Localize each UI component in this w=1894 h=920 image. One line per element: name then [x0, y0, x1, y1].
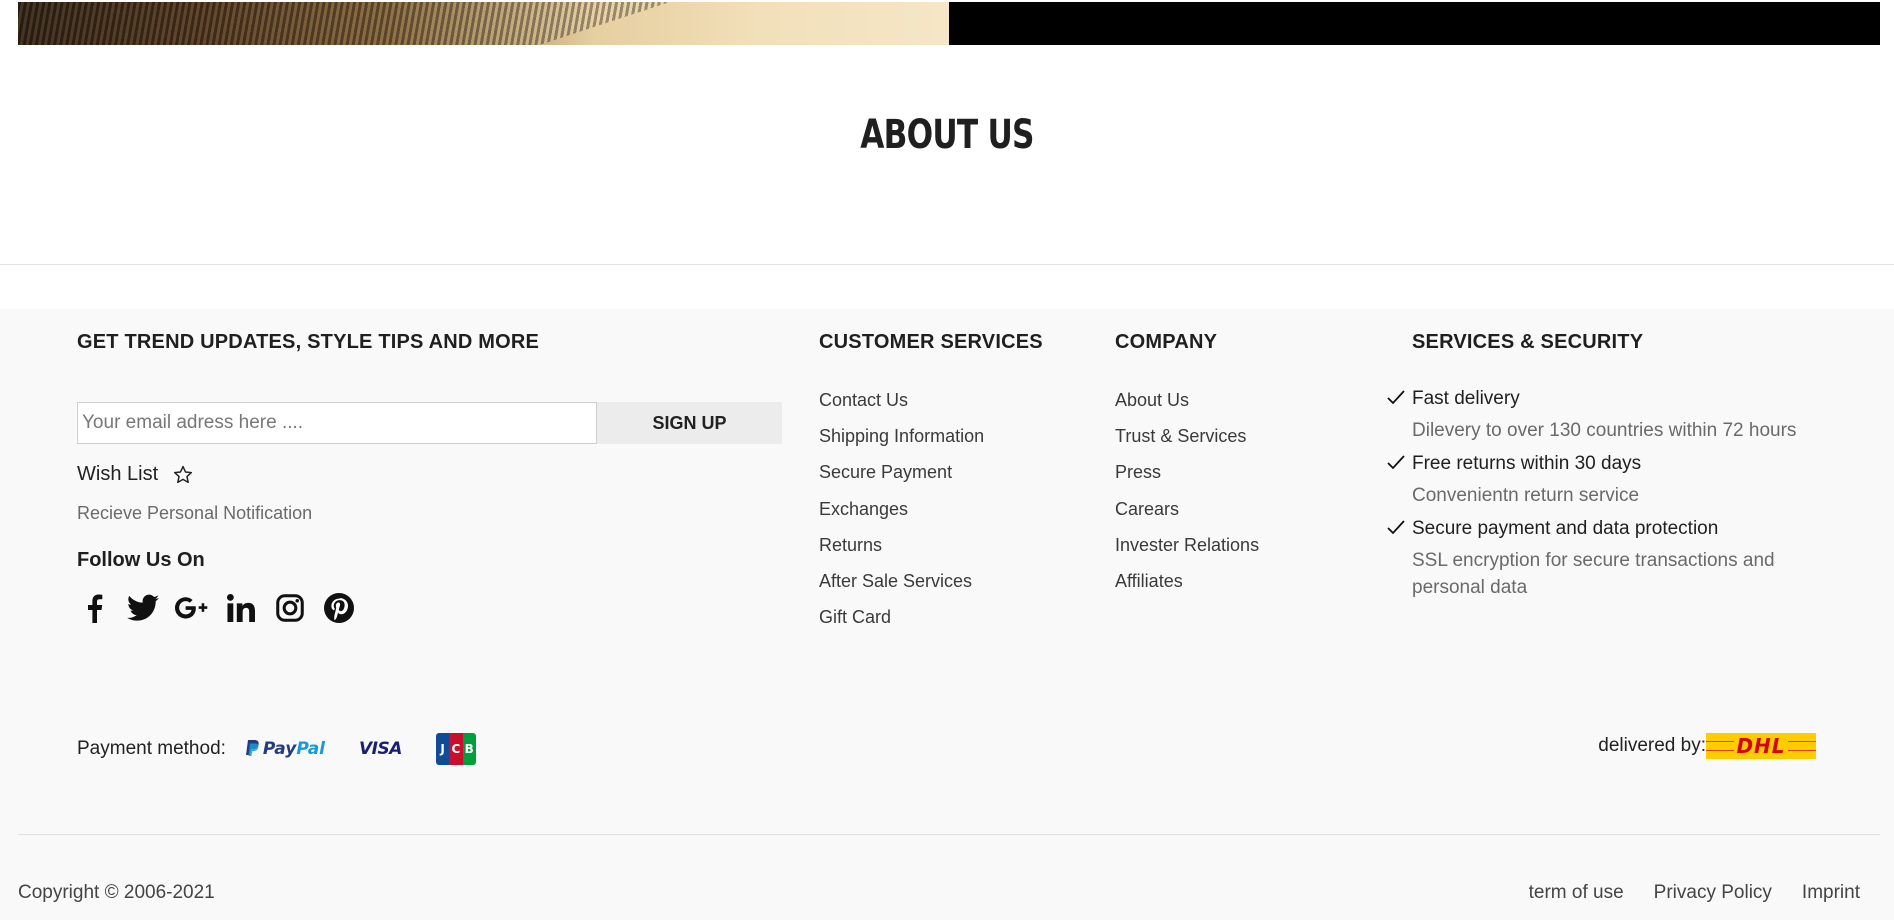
- services-security-list: Fast delivery Dilevery to over 130 count…: [1386, 385, 1846, 607]
- services-security-title: SERVICES & SECURITY: [1412, 331, 1644, 353]
- service-heading: Secure payment and data protection: [1412, 518, 1719, 539]
- visa-logo: VISA: [359, 739, 402, 759]
- site-footer: GET TREND UPDATES, STYLE TIPS AND MORE S…: [0, 309, 1894, 920]
- link-returns[interactable]: Returns: [819, 534, 984, 570]
- link-imprint[interactable]: Imprint: [1802, 882, 1860, 904]
- email-input[interactable]: [77, 402, 597, 444]
- service-item: Secure payment and data protection SSL e…: [1386, 515, 1846, 601]
- hero-dark-panel: [949, 2, 1880, 45]
- link-about-us[interactable]: About Us: [1115, 389, 1259, 425]
- wishlist-label: Wish List: [77, 463, 159, 485]
- newsletter-title: GET TREND UPDATES, STYLE TIPS AND MORE: [77, 331, 540, 353]
- newsletter-form: SIGN UP: [77, 402, 782, 444]
- customer-services-links: Contact Us Shipping Information Secure P…: [819, 389, 984, 642]
- about-us-heading: ABOUT US: [860, 112, 1034, 158]
- section-divider: [0, 264, 1894, 265]
- service-description: Convenientn return service: [1412, 485, 1640, 506]
- check-icon: [1387, 455, 1405, 470]
- service-heading: Free returns within 30 days: [1412, 453, 1642, 474]
- link-terms-of-use[interactable]: term of use: [1529, 882, 1624, 904]
- link-privacy-policy[interactable]: Privacy Policy: [1654, 882, 1772, 904]
- service-item: Fast delivery Dilevery to over 130 count…: [1386, 385, 1846, 444]
- customer-services-title: CUSTOMER SERVICES: [819, 331, 1043, 353]
- dhl-logo: DHL: [1706, 733, 1816, 759]
- google-plus-icon[interactable]: [175, 591, 209, 625]
- link-exchanges[interactable]: Exchanges: [819, 498, 984, 534]
- link-shipping-information[interactable]: Shipping Information: [819, 425, 984, 461]
- signup-button[interactable]: SIGN UP: [597, 402, 782, 444]
- social-links: [77, 591, 356, 625]
- link-investor-relations[interactable]: Invester Relations: [1115, 534, 1259, 570]
- wishlist-note: Recieve Personal Notification: [77, 503, 313, 523]
- link-secure-payment[interactable]: Secure Payment: [819, 461, 984, 497]
- footer-divider: [18, 834, 1880, 835]
- delivered-by-label: delivered by:: [1598, 735, 1706, 756]
- star-outline-icon: [174, 465, 193, 483]
- follow-us-title: Follow Us On: [77, 549, 205, 571]
- link-careers[interactable]: Carears: [1115, 498, 1259, 534]
- pinterest-icon[interactable]: [322, 591, 356, 625]
- link-after-sale-services[interactable]: After Sale Services: [819, 570, 984, 606]
- hero-banner: [18, 2, 1880, 45]
- jcb-logo: J C B: [435, 733, 476, 765]
- paypal-icon: [245, 740, 259, 756]
- link-trust-services[interactable]: Trust & Services: [1115, 425, 1259, 461]
- link-contact-us[interactable]: Contact Us: [819, 389, 984, 425]
- link-gift-card[interactable]: Gift Card: [819, 606, 984, 642]
- wishlist-link[interactable]: Wish List: [77, 463, 194, 486]
- service-description: Dilevery to over 130 countries within 72…: [1412, 420, 1797, 441]
- linkedin-icon[interactable]: [224, 591, 258, 625]
- instagram-icon[interactable]: [273, 591, 307, 625]
- service-heading: Fast delivery: [1412, 388, 1520, 409]
- payment-method-label: Payment method:: [77, 738, 226, 759]
- copyright-text: Copyright © 2006-2021: [18, 882, 215, 903]
- legal-links: term of use Privacy Policy Imprint: [1529, 882, 1860, 904]
- company-links: About Us Trust & Services Press Carears …: [1115, 389, 1259, 606]
- service-description: SSL encryption for secure transactions a…: [1412, 550, 1775, 598]
- service-item: Free returns within 30 days Convenientn …: [1386, 450, 1846, 509]
- facebook-icon[interactable]: [77, 591, 111, 625]
- payment-methods: Payment method: PayPal VISA J C B: [77, 733, 476, 765]
- twitter-icon[interactable]: [126, 591, 160, 625]
- paypal-logo: PayPal: [244, 739, 325, 759]
- link-press[interactable]: Press: [1115, 461, 1259, 497]
- delivery-info: delivered by: DHL: [1598, 733, 1816, 759]
- check-icon: [1387, 520, 1405, 535]
- check-icon: [1387, 390, 1405, 405]
- hero-image: [18, 2, 949, 45]
- link-affiliates[interactable]: Affiliates: [1115, 570, 1259, 606]
- company-title: COMPANY: [1115, 331, 1218, 353]
